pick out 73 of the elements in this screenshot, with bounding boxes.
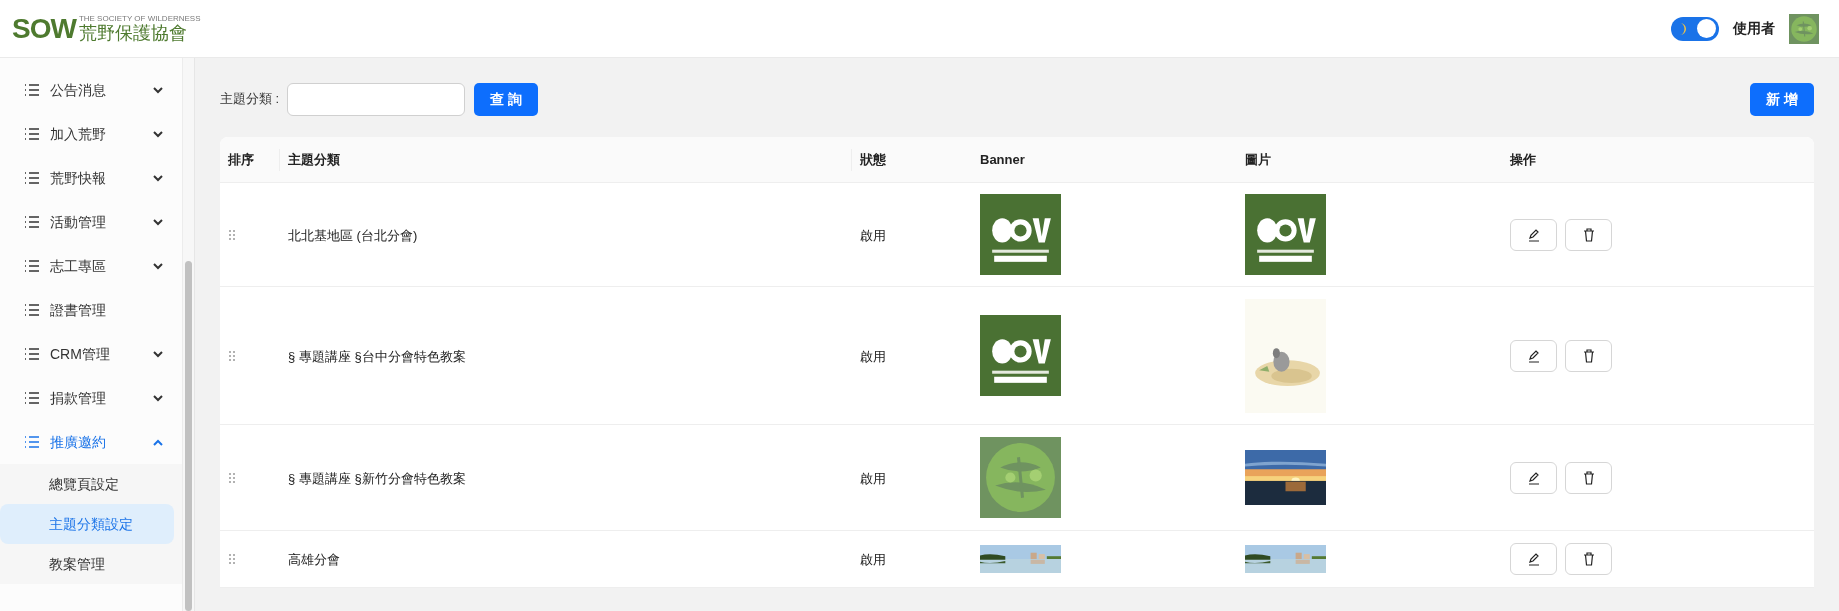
sidebar-item[interactable]: 志工專區 <box>0 244 183 288</box>
delete-icon <box>1582 348 1595 363</box>
table-cell: 啟用 <box>860 348 886 364</box>
list-icon <box>24 347 40 361</box>
delete-button[interactable] <box>1565 461 1612 494</box>
edit-button[interactable] <box>1510 461 1557 494</box>
edit-icon <box>1526 227 1541 242</box>
edit-button[interactable] <box>1510 339 1557 372</box>
table-cell: 高雄分會 <box>288 552 340 567</box>
sidebar-item[interactable]: 荒野快報 <box>0 156 183 200</box>
table-cell: § 專題講座 §新竹分會特色教案 <box>288 470 466 486</box>
table-cell: 啟用 <box>860 470 886 486</box>
list-icon <box>24 391 40 405</box>
logo-mark: SOW <box>12 15 76 43</box>
list-icon <box>24 259 40 273</box>
column-header: Banner <box>980 150 1025 169</box>
scrollbar-thumb[interactable] <box>185 261 192 611</box>
search-button[interactable]: 查 詢 <box>474 82 539 116</box>
sidebar-item[interactable]: 活動管理 <box>0 200 183 244</box>
list-icon <box>24 83 40 97</box>
list-icon <box>24 435 40 449</box>
chevron-icon <box>152 350 165 358</box>
chevron-icon <box>152 438 165 446</box>
sidebar-item[interactable]: 公告消息 <box>0 68 183 112</box>
list-icon <box>24 303 40 317</box>
sidebar-item[interactable]: 證書管理 <box>0 288 183 332</box>
chevron-icon <box>152 86 165 94</box>
edit-icon <box>1526 552 1541 566</box>
logo-name: 荒野保護協會 <box>78 23 188 43</box>
column-header: 操作 <box>1510 150 1536 169</box>
chevron-icon <box>152 262 165 270</box>
edit-icon <box>1526 470 1541 485</box>
filter-label: 主題分類 : <box>220 90 280 109</box>
search-field[interactable] <box>287 82 466 116</box>
delete-icon <box>1582 227 1595 242</box>
table-cell: § 專題講座 §台中分會特色教案 <box>288 348 466 364</box>
list-icon <box>24 127 40 141</box>
chevron-icon <box>152 174 165 182</box>
sidebar-item[interactable]: CRM管理 <box>0 332 183 376</box>
sidebar-item[interactable]: 推廣邀約 <box>0 420 183 464</box>
delete-icon <box>1582 470 1595 485</box>
column-header: 狀態 <box>860 150 886 169</box>
dark-mode-toggle[interactable] <box>1671 16 1719 41</box>
chevron-icon <box>152 218 165 226</box>
drag-handle-icon[interactable] <box>228 228 236 241</box>
chevron-icon <box>152 130 165 138</box>
table-cell: 啟用 <box>860 227 886 243</box>
drag-handle-icon[interactable] <box>228 553 236 565</box>
logo-tagline: THE SOCIETY OF WILDERNESS <box>78 14 201 23</box>
column-header: 主題分類 <box>288 150 340 169</box>
sidebar-item[interactable]: 捐款管理 <box>0 376 183 420</box>
sidebar-subitem[interactable]: 主題分類設定 <box>0 504 175 544</box>
delete-button[interactable] <box>1565 218 1612 251</box>
list-icon <box>24 171 40 185</box>
add-button[interactable]: 新 增 <box>1750 82 1814 116</box>
sidebar-subitem[interactable]: 總覽頁設定 <box>0 464 175 504</box>
delete-button[interactable] <box>1565 543 1612 575</box>
edit-icon <box>1526 348 1541 363</box>
column-header: 圖片 <box>1245 150 1271 169</box>
sidebar-item[interactable]: 加入荒野 <box>0 112 183 156</box>
edit-button[interactable] <box>1510 218 1557 251</box>
table-cell: 北北基地區 (台北分會) <box>288 227 418 243</box>
user-name[interactable]: 使用者 <box>1733 18 1775 39</box>
list-icon <box>24 215 40 229</box>
chevron-icon <box>152 394 165 402</box>
sidebar-subitem[interactable]: 教案管理 <box>0 544 175 584</box>
drag-handle-icon[interactable] <box>228 349 236 362</box>
delete-button[interactable] <box>1565 339 1612 372</box>
column-header: 排序 <box>228 150 254 169</box>
drag-handle-icon[interactable] <box>228 471 236 484</box>
edit-button[interactable] <box>1510 543 1557 575</box>
delete-icon <box>1582 552 1595 566</box>
table-cell: 啟用 <box>860 552 886 567</box>
